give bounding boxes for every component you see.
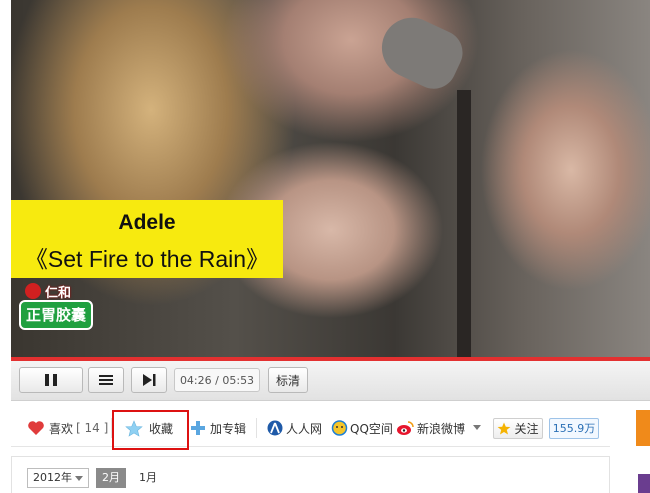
favorite-highlight-box — [112, 410, 189, 450]
star-icon — [498, 422, 511, 435]
quality-label: 标清 — [275, 373, 300, 388]
share-weibo-button[interactable]: 新浪微博 — [396, 410, 465, 446]
player-controls: 04:26 / 05:53 标清 — [11, 361, 650, 401]
date-navigation: 2012年 2月 1月 — [11, 456, 610, 493]
pause-button[interactable] — [19, 367, 83, 393]
list-icon — [99, 375, 113, 385]
chevron-down-icon — [473, 425, 481, 430]
weibo-label: 新浪微博 — [417, 421, 466, 436]
month-tab[interactable]: 1月 — [139, 468, 157, 488]
divider — [256, 418, 257, 438]
renren-label: 人人网 — [286, 421, 323, 436]
time-current: 04:26 — [179, 374, 212, 387]
pause-icon — [45, 374, 57, 386]
qzone-icon — [331, 420, 348, 436]
follow-count: 155.9万 — [549, 418, 599, 439]
add-album-label: 加专辑 — [210, 421, 247, 436]
follow-label: 关注 — [514, 422, 539, 436]
microphone — [372, 7, 470, 97]
weibo-icon — [397, 421, 414, 435]
sponsor-logo: 仁和 — [25, 282, 72, 301]
sponsor-name: 仁和 — [45, 285, 72, 301]
chevron-down-icon — [75, 476, 83, 481]
caption-artist: Adele — [118, 211, 176, 234]
like-button[interactable]: 喜欢 [ 14 ] — [27, 410, 108, 446]
qzone-label: QQ空间 — [350, 421, 393, 436]
microphone-stand — [457, 90, 471, 357]
heart-icon — [28, 421, 44, 435]
skip-next-icon — [143, 374, 156, 386]
sponsor-logo-icon — [25, 283, 41, 299]
playlist-button[interactable] — [88, 367, 124, 393]
time-total: 05:53 — [222, 374, 255, 387]
time-display: 04:26 / 05:53 — [174, 368, 260, 392]
more-share-dropdown[interactable] — [472, 410, 482, 446]
side-promo-icon[interactable] — [638, 474, 650, 493]
video-frame[interactable] — [11, 0, 650, 357]
time-separator: / — [215, 374, 219, 387]
like-label: 喜欢 — [49, 421, 74, 436]
add-album-button[interactable]: 加专辑 — [191, 410, 246, 446]
follow-button[interactable]: 关注 — [493, 418, 543, 439]
next-button[interactable] — [131, 367, 167, 393]
share-qzone-button[interactable]: QQ空间 — [331, 410, 393, 446]
quality-button[interactable]: 标清 — [268, 367, 308, 393]
sponsor-badge: 正胃胶囊 — [19, 300, 93, 330]
year-value: 2012年 — [33, 471, 72, 484]
share-renren-button[interactable]: 人人网 — [267, 410, 322, 446]
caption-song: 《Set Fire to the Rain》 — [24, 246, 270, 272]
month-tab-active[interactable]: 2月 — [96, 468, 126, 488]
plus-icon — [191, 421, 205, 435]
video-caption: Adele 《Set Fire to the Rain》 — [11, 200, 283, 278]
like-count: [ 14 ] — [76, 421, 109, 435]
side-promo-tab[interactable] — [636, 410, 650, 446]
year-select[interactable]: 2012年 — [27, 468, 89, 488]
renren-icon — [267, 420, 283, 436]
